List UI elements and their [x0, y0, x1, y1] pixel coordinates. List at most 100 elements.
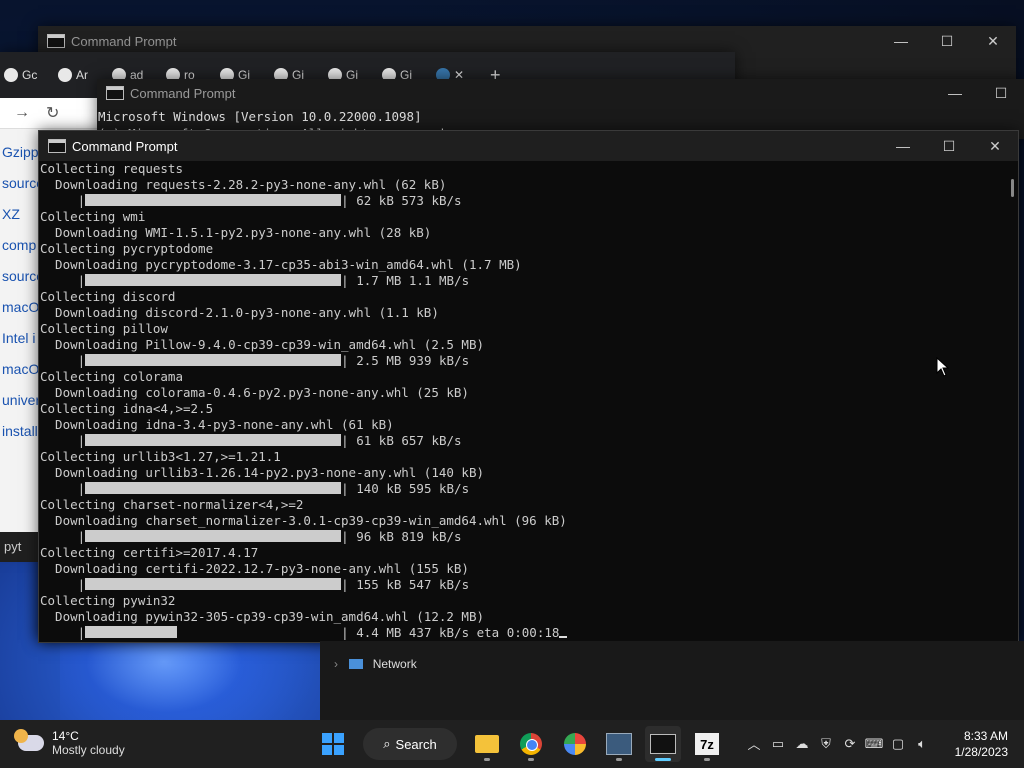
progress-right-edge: |: [341, 353, 349, 368]
progress-right-edge: |: [341, 433, 349, 448]
progress-fill: [85, 434, 342, 446]
clock[interactable]: 8:33 AM 1/28/2023: [955, 728, 1008, 760]
system-tray: ︿ ▭ ☁ ⛨ ⟳ ⌨ ▢ 🔈︎: [742, 734, 934, 753]
maximize-icon[interactable]: ☐: [926, 138, 972, 155]
console-line: Downloading pycryptodome-3.17-cp35-abi3-…: [40, 257, 522, 272]
console-progress-line: | | 140 kB 595 kB/s: [40, 481, 1000, 497]
network-icon: [349, 659, 364, 669]
console-line: Downloading idna-3.4-py3-none-any.whl (6…: [40, 417, 394, 432]
window-title: Command Prompt: [130, 85, 236, 101]
console-line: Downloading urllib3-1.26.14-py2.py3-none…: [40, 465, 485, 480]
cmd-icon: [47, 34, 65, 48]
weather-description: Mostly cloudy: [52, 743, 125, 757]
security-icon[interactable]: ⛨: [814, 736, 838, 752]
console-line: Downloading charset_normalizer-3.0.1-cp3…: [40, 513, 567, 528]
keyboard-icon[interactable]: ⌨: [862, 736, 886, 752]
progress-stats: 2.5 MB 939 kB/s: [348, 353, 470, 368]
close-icon[interactable]: ✕: [972, 138, 1018, 155]
chevron-up-icon[interactable]: ︿: [742, 734, 766, 753]
browser-icon: [564, 733, 586, 755]
progress-fill: [85, 354, 342, 366]
progress-stats: 61 kB 657 kB/s: [348, 433, 462, 448]
volume-icon[interactable]: 🔈︎: [910, 736, 934, 752]
performance-monitor-button[interactable]: [601, 726, 637, 762]
progress-left-edge: |: [40, 625, 86, 640]
mouse-pointer-icon: [936, 357, 950, 377]
progress-bar: [85, 530, 342, 542]
progress-fill: [85, 578, 342, 590]
console-line: Collecting urllib3<1.27,>=1.21.1: [40, 449, 281, 464]
progress-bar: [85, 274, 342, 286]
progress-bar: [85, 354, 342, 366]
performance-monitor-icon: [606, 733, 632, 755]
console-progress-line: | | 96 kB 819 kB/s: [40, 529, 1000, 545]
progress-fill: [85, 274, 342, 286]
close-icon[interactable]: ✕: [970, 33, 1016, 50]
file-explorer-button[interactable]: [469, 726, 505, 762]
console-line: Collecting requests: [40, 161, 183, 176]
progress-bar: [85, 626, 341, 638]
progress-right-edge: |: [341, 529, 349, 544]
progress-right-edge: |: [341, 481, 349, 496]
progress-left-edge: |: [40, 433, 86, 448]
terminal-icon: [650, 734, 676, 754]
chrome-button[interactable]: [513, 726, 549, 762]
minimize-icon[interactable]: —: [880, 138, 926, 155]
search-icon: ⌕: [383, 736, 391, 751]
windows-logo-icon: [322, 733, 344, 755]
usb-icon[interactable]: ▭: [766, 736, 790, 752]
title-bar[interactable]: Command Prompt — ☐: [97, 79, 1024, 107]
clock-date: 1/28/2023: [954, 745, 1008, 759]
browser-tab[interactable]: Gc: [4, 68, 58, 82]
console-progress-line: | | 1.7 MB 1.1 MB/s: [40, 273, 1000, 289]
maximize-icon[interactable]: ☐: [978, 85, 1024, 102]
update-icon[interactable]: ⟳: [838, 736, 862, 752]
command-prompt-button[interactable]: [645, 726, 681, 762]
search-button[interactable]: ⌕ Search: [363, 728, 457, 760]
forward-icon[interactable]: →: [14, 104, 30, 122]
reload-icon[interactable]: ↻: [46, 103, 59, 123]
7zip-button[interactable]: 7z: [689, 726, 725, 762]
console-progress-line: | | 4.4 MB 437 kB/s eta 0:00:18: [40, 625, 1000, 641]
progress-stats: 62 kB 573 kB/s: [348, 193, 462, 208]
chevron-right-icon[interactable]: ›: [334, 657, 338, 671]
title-bar[interactable]: Command Prompt — ☐ ✕: [39, 131, 1018, 161]
console-line: Collecting pillow: [40, 321, 168, 336]
minimize-icon[interactable]: —: [932, 85, 978, 102]
search-label: Search: [395, 736, 437, 752]
google-icon: [4, 68, 18, 82]
window-title: Command Prompt: [72, 138, 178, 154]
progress-stats: 1.7 MB 1.1 MB/s: [348, 273, 470, 288]
browser-button[interactable]: [557, 726, 593, 762]
console-progress-line: | | 61 kB 657 kB/s: [40, 433, 1000, 449]
maximize-icon[interactable]: ☐: [924, 33, 970, 50]
scrollbar[interactable]: [1004, 161, 1018, 641]
console-line: Microsoft Windows [Version 10.0.22000.10…: [98, 109, 422, 124]
sidebar-item-label: Network: [372, 657, 417, 671]
console-line: Downloading pywin32-305-cp39-cp39-win_am…: [40, 609, 485, 624]
console-progress-line: | | 2.5 MB 939 kB/s: [40, 353, 1000, 369]
weather-temperature: 14°C: [52, 729, 79, 743]
file-explorer-window[interactable]: › Network: [320, 641, 1024, 720]
progress-fill: [85, 194, 342, 206]
minimize-icon[interactable]: —: [878, 33, 924, 50]
progress-fill: [85, 626, 178, 638]
console-line: Downloading Pillow-9.4.0-cp39-cp39-win_a…: [40, 337, 485, 352]
console-output[interactable]: Collecting requests Downloading requests…: [40, 161, 1000, 641]
console-line: Collecting wmi: [40, 209, 146, 224]
console-line: Downloading discord-2.1.0-py3-none-any.w…: [40, 305, 439, 320]
scrollbar-thumb[interactable]: [1011, 179, 1014, 197]
console-line: Downloading certifi-2022.12.7-py3-none-a…: [40, 561, 469, 576]
weather-widget[interactable]: 14°C Mostly cloudy: [14, 729, 125, 757]
display-icon[interactable]: ▢: [886, 736, 910, 752]
command-prompt-window[interactable]: Command Prompt — ☐ ✕ Collecting requests…: [38, 130, 1019, 643]
start-button[interactable]: [315, 726, 351, 762]
taskbar-apps: ⌕ Search 7z: [311, 726, 729, 762]
7zip-icon: 7z: [695, 733, 719, 755]
progress-fill: [85, 482, 342, 494]
onedrive-icon[interactable]: ☁: [790, 736, 814, 752]
sidebar-item-network[interactable]: › Network: [334, 657, 417, 671]
progress-stats: 4.4 MB 437 kB/s eta 0:00:18: [348, 625, 560, 640]
console-line: Collecting charset-normalizer<4,>=2: [40, 497, 304, 512]
progress-left-edge: |: [40, 193, 86, 208]
